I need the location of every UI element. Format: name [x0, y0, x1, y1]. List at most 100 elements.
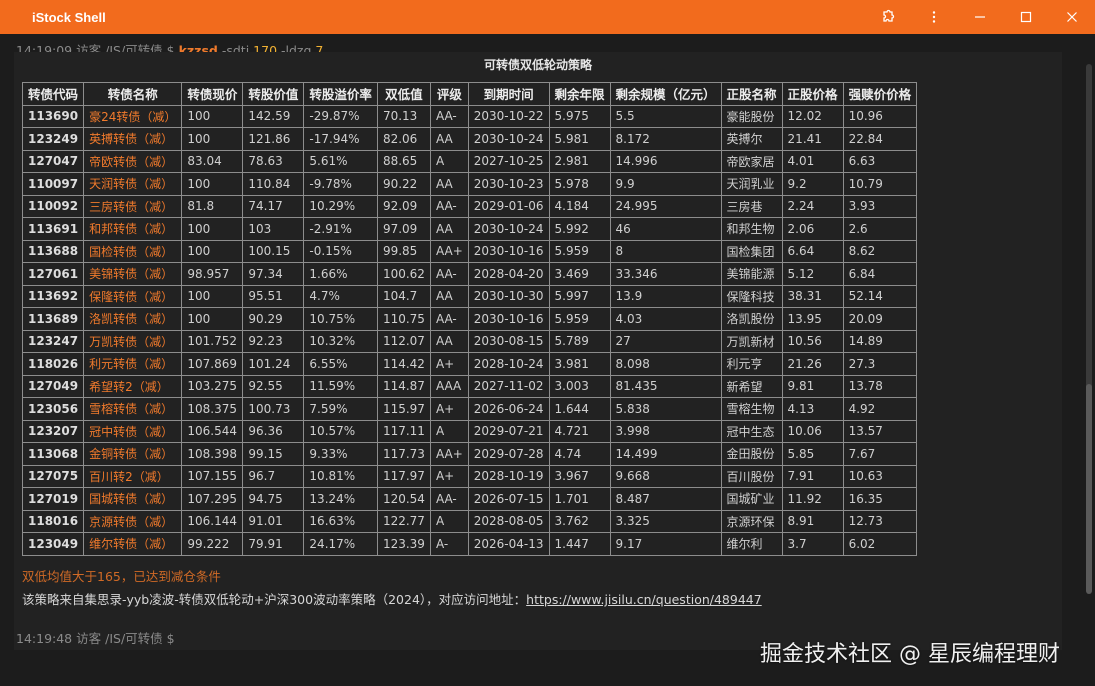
table-cell: 20.09	[842, 307, 918, 331]
table-cell: 英搏转债（减）	[83, 127, 183, 151]
extension-button[interactable]	[865, 0, 911, 34]
table-row: 110092 三房转债（减） 81.8 74.17 10.29% 92.09 AA- 2029…	[21, 194, 918, 218]
prompt-user: 访客	[76, 631, 102, 646]
table-cell: 11.59%	[303, 374, 378, 398]
table-cell: 4.03	[609, 307, 722, 331]
table-cell: 5.978	[548, 172, 611, 196]
vertical-scrollbar[interactable]	[1085, 34, 1093, 674]
table-row: 123049 维尔转债（减） 99.222 79.91 24.17% 123.39 A- 20…	[21, 532, 918, 556]
terminal-content[interactable]: 14:19:09 访客 /IS/可转债 $ kzzsd -sdtj 170 -l…	[0, 34, 1080, 686]
column-header: 双低值	[376, 82, 431, 106]
table-cell: 90.29	[242, 307, 305, 331]
table-cell: 京源转债（减）	[83, 509, 183, 533]
table-cell: AA	[429, 329, 469, 353]
table-cell: 保隆科技	[720, 284, 783, 308]
table-cell: 10.29%	[303, 194, 378, 218]
table-cell: 天润转债（减）	[83, 172, 183, 196]
table-cell: AA-	[429, 194, 469, 218]
column-header: 正股价格	[781, 82, 844, 106]
table-cell: 国检转债（减）	[83, 239, 183, 263]
table-cell: 5.12	[781, 262, 844, 286]
table-cell: AA-	[429, 307, 469, 331]
table-cell: 冠中转债（减）	[83, 419, 183, 443]
table-cell: 1.701	[548, 487, 611, 511]
table-cell: 27.3	[842, 352, 918, 376]
column-header: 转债代码	[21, 82, 85, 106]
table-cell: 13.24%	[303, 487, 378, 511]
table-cell: 2.24	[781, 194, 844, 218]
table-cell: 107.155	[181, 464, 244, 488]
table-cell: 冠中生态	[720, 419, 783, 443]
table-cell: 110092	[21, 194, 85, 218]
table-row: 118016 京源转债（减） 106.144 91.01 16.63% 122.77 A 20…	[21, 509, 918, 533]
column-header: 正股名称	[720, 82, 783, 106]
table-cell: 2030-10-30	[467, 284, 550, 308]
table-cell: 115.97	[376, 397, 431, 421]
table-row: 113068 金铜转债（减） 108.398 99.15 9.33% 117.73 AA+ 2…	[21, 442, 918, 466]
table-cell: 12.73	[842, 509, 918, 533]
table-cell: 101.752	[181, 329, 244, 353]
table-cell: 国城矿业	[720, 487, 783, 511]
minimize-button[interactable]	[957, 0, 1003, 34]
table-cell: 96.7	[242, 464, 305, 488]
table-cell: 83.04	[181, 149, 244, 173]
table-cell: 1.447	[548, 532, 611, 556]
scrollbar-thumb[interactable]	[1086, 384, 1092, 594]
table-cell: 99.85	[376, 239, 431, 263]
table-cell: AA	[429, 284, 469, 308]
table-cell: 14.89	[842, 329, 918, 353]
table-cell: AA-	[429, 104, 469, 128]
close-button[interactable]	[1049, 0, 1095, 34]
table-cell: 5.981	[548, 127, 611, 151]
maximize-button[interactable]	[1003, 0, 1049, 34]
table-cell: 92.55	[242, 374, 305, 398]
table-cell: 38.31	[781, 284, 844, 308]
table-cell: 118016	[21, 509, 85, 533]
table-cell: 洛凯转债（减）	[83, 307, 183, 331]
source-link[interactable]: https://www.jisilu.cn/question/489447	[526, 592, 762, 607]
table-title: 可转债双低轮动策略	[483, 58, 592, 72]
table-cell: 117.73	[376, 442, 431, 466]
table-row: 127075 百川转2（减） 107.155 96.7 10.81% 117.97 A+ 20…	[21, 464, 918, 488]
table-cell: 14.499	[609, 442, 722, 466]
table-cell: 雪榕生物	[720, 397, 783, 421]
table-cell: 95.51	[242, 284, 305, 308]
table-cell: 5.997	[548, 284, 611, 308]
table-cell: 天润乳业	[720, 172, 783, 196]
table-cell: 101.24	[242, 352, 305, 376]
table-cell: 117.97	[376, 464, 431, 488]
table-cell: 1.66%	[303, 262, 378, 286]
table-cell: 7.67	[842, 442, 918, 466]
table-cell: 8.91	[781, 509, 844, 533]
table-cell: 6.55%	[303, 352, 378, 376]
table-cell: 70.13	[376, 104, 431, 128]
table-cell: 12.02	[781, 104, 844, 128]
table-cell: 127019	[21, 487, 85, 511]
table-row: 113688 国检转债（减） 100 100.15 -0.15% 99.85 AA+ 2030…	[21, 239, 918, 263]
table-cell: 百川转2（减）	[83, 464, 183, 488]
table-cell: 110.75	[376, 307, 431, 331]
command-line-2[interactable]: 14:19:48 访客 /IS/可转债 $	[16, 628, 175, 647]
table-header-row: 转债代码 转债名称 转债现价 转股价值 转股溢价率 双低值 评级 到期时间 剩余年限 剩余规模（亿…	[21, 82, 918, 106]
table-cell: 13.78	[842, 374, 918, 398]
table-cell: 4.184	[548, 194, 611, 218]
table-cell: 100	[181, 217, 244, 241]
strategy-note: 该策略来自集思录-yyb凌波-转债双低轮动+沪深300波动率策略（2024），对…	[22, 589, 762, 608]
table-cell: 9.33%	[303, 442, 378, 466]
column-header: 强赎价价格	[842, 82, 918, 106]
more-button[interactable]	[911, 0, 957, 34]
table-cell: 13.57	[842, 419, 918, 443]
table-cell: 114.42	[376, 352, 431, 376]
table-cell: 2.6	[842, 217, 918, 241]
table-cell: 英搏尔	[720, 127, 783, 151]
table-cell: 117.11	[376, 419, 431, 443]
table-cell: 4.721	[548, 419, 611, 443]
table-cell: 6.02	[842, 532, 918, 556]
close-icon	[1067, 12, 1077, 22]
table-cell: 7.91	[781, 464, 844, 488]
table-cell: 112.07	[376, 329, 431, 353]
table-cell: 百川股份	[720, 464, 783, 488]
table-cell: 维尔转债（减）	[83, 532, 183, 556]
table-cell: AAA	[429, 374, 469, 398]
table-cell: 5.959	[548, 239, 611, 263]
